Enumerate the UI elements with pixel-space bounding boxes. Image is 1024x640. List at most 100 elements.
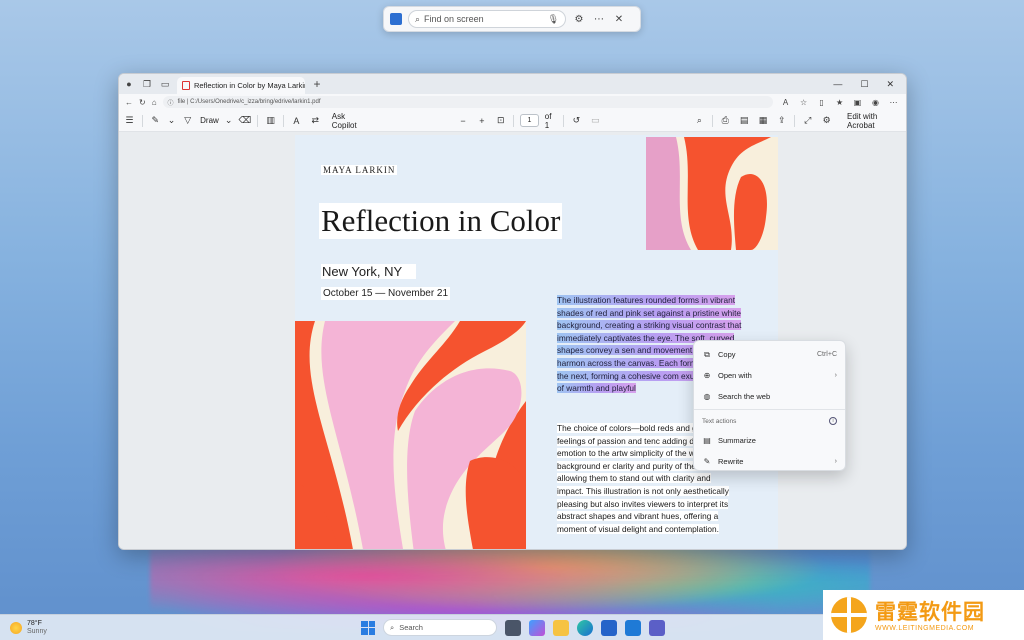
pdf-icon xyxy=(182,81,190,90)
collections-icon[interactable]: ▣ xyxy=(853,98,863,107)
menu-item-search-web[interactable]: ◍ Search the web xyxy=(694,386,845,407)
translate-icon[interactable]: ⇄ xyxy=(309,115,322,126)
more-icon[interactable]: ⋯ xyxy=(592,14,606,25)
contents-icon[interactable]: ☰ xyxy=(123,115,136,126)
page-number-input[interactable]: 1 xyxy=(520,114,539,127)
teams-icon[interactable] xyxy=(649,619,665,636)
read-aloud-icon[interactable]: A xyxy=(781,98,791,107)
file-explorer-icon[interactable] xyxy=(553,619,569,636)
taskbar-search[interactable]: ⌕ Search xyxy=(383,619,497,636)
page-view-icon[interactable]: ▭ xyxy=(589,115,602,126)
new-tab-icon[interactable]: + xyxy=(311,77,323,91)
chevron-down-icon[interactable]: ⌄ xyxy=(168,115,176,126)
browser-window: ● ❐ ▭ Reflection in Color by Maya Larkin… xyxy=(118,73,907,550)
draw-chevron-icon[interactable]: ⌄ xyxy=(225,115,233,126)
exhibition-dates: October 15 — November 21 xyxy=(321,287,451,300)
menu-item-open-with[interactable]: ⊕ Open with › xyxy=(694,365,845,386)
refresh-icon[interactable]: ↻ xyxy=(139,98,146,107)
weather-condition: Sunny xyxy=(27,628,47,635)
draw-icon[interactable]: ▽ xyxy=(181,115,194,126)
pdf-settings-icon[interactable]: ⚙ xyxy=(820,115,833,126)
profile-icon[interactable]: ● xyxy=(123,79,135,89)
search-icon: ⌕ xyxy=(415,13,421,24)
store-icon[interactable] xyxy=(601,619,617,636)
maximize-icon[interactable]: ☐ xyxy=(860,79,868,90)
copy-label: Copy xyxy=(718,350,736,359)
copilot-taskbar-icon[interactable] xyxy=(529,619,545,636)
task-view-icon[interactable] xyxy=(505,619,521,636)
ask-copilot-button[interactable]: Ask Copilot xyxy=(332,112,369,130)
close-window-icon[interactable]: ✕ xyxy=(886,79,894,90)
sun-icon xyxy=(10,622,22,634)
text-actions-label: Text actions xyxy=(702,417,737,425)
copy-icon: ⧉ xyxy=(704,349,710,359)
pdf-toolbar: ☰ ✎ ⌄ ▽ Draw ⌄ ⌫ ▥ A ⇄ Ask Copilot − + ⊡… xyxy=(119,110,906,132)
browser-more-icon[interactable]: ⋯ xyxy=(889,98,899,107)
start-icon[interactable] xyxy=(361,620,375,635)
zoom-in-icon[interactable]: + xyxy=(475,116,488,126)
rewrite-icon: ✎ xyxy=(703,457,711,466)
eraser-icon[interactable]: ⌫ xyxy=(238,115,251,126)
find-on-screen-input[interactable]: ⌕ Find on screen 🎙 xyxy=(408,10,566,28)
tab-active[interactable]: Reflection in Color by Maya Larkin ✕ xyxy=(177,77,305,94)
find-icon[interactable]: ⌕ xyxy=(693,115,706,126)
back-icon[interactable]: ← xyxy=(125,98,133,107)
site-watermark: 雷霆软件园 WWW.LEITINGMEDIA.COM xyxy=(823,590,1024,640)
workspaces-icon[interactable]: ❐ xyxy=(141,79,153,90)
share-icon[interactable]: ⇪ xyxy=(775,115,788,126)
watermark-logo-icon xyxy=(831,597,867,633)
minimize-icon[interactable]: — xyxy=(833,79,842,90)
print-icon[interactable]: ⎙ xyxy=(719,115,732,126)
menu-item-copy[interactable]: ⧉ Copy Ctrl+C xyxy=(694,344,845,365)
open-with-icon: ⊕ xyxy=(703,371,711,380)
find-on-screen-bar: ⌕ Find on screen 🎙 ⚙ ⋯ ✕ xyxy=(383,6,641,32)
illustration-top-right xyxy=(646,137,778,250)
profile-avatar-icon[interactable]: ◉ xyxy=(871,98,881,107)
highlight-icon[interactable]: ✎ xyxy=(149,115,162,126)
summarize-label: Summarize xyxy=(718,436,756,445)
rewrite-chevron-icon: › xyxy=(834,458,837,465)
tab-actions-icon[interactable]: ▭ xyxy=(159,79,171,90)
menu-item-rewrite[interactable]: ✎ Rewrite › xyxy=(694,451,845,472)
open-with-label: Open with xyxy=(718,371,752,380)
settings-icon[interactable]: ⚙ xyxy=(572,14,586,25)
url-text: file | C:/Users/Onedrive/c_izza/bring/ed… xyxy=(177,99,321,105)
save-icon[interactable]: ▤ xyxy=(738,115,751,126)
address-bar[interactable]: ⓘ file | C:/Users/Onedrive/c_izza/bring/… xyxy=(162,96,773,108)
exhibition-city: New York, NY xyxy=(321,264,417,279)
microphone-icon[interactable]: 🎙 xyxy=(548,14,559,25)
favorites-icon[interactable]: ★ xyxy=(835,98,845,107)
read-aloud-pdf-icon[interactable]: A xyxy=(290,116,303,126)
search-web-label: Search the web xyxy=(718,392,771,401)
home-icon[interactable]: ⌂ xyxy=(152,98,157,107)
watermark-url: WWW.LEITINGMEDIA.COM xyxy=(875,624,975,632)
text-box-icon[interactable]: ▥ xyxy=(264,115,277,126)
info-circle-icon[interactable]: i xyxy=(829,417,837,425)
outlook-icon[interactable] xyxy=(625,619,641,636)
fullscreen-icon[interactable]: ⤢ xyxy=(801,115,814,126)
tab-bar: ● ❐ ▭ Reflection in Color by Maya Larkin… xyxy=(119,74,906,94)
save-as-icon[interactable]: ▦ xyxy=(757,115,770,126)
taskbar-apps: ⌕ Search xyxy=(361,619,665,636)
taskbar-search-icon: ⌕ xyxy=(390,622,395,632)
context-menu: ⧉ Copy Ctrl+C ⊕ Open with › ◍ Search the… xyxy=(693,340,846,471)
weather-widget[interactable]: 78°F Sunny xyxy=(10,620,47,636)
tab-title: Reflection in Color by Maya Larkin xyxy=(194,81,305,90)
favorite-icon[interactable]: ☆ xyxy=(799,98,809,107)
info-icon: ⓘ xyxy=(167,100,174,107)
taskbar-search-label: Search xyxy=(399,623,423,632)
edge-icon[interactable] xyxy=(577,619,593,636)
close-icon[interactable]: ✕ xyxy=(612,14,626,25)
summarize-icon: ▤ xyxy=(703,436,711,445)
fit-page-icon[interactable]: ⊡ xyxy=(494,115,507,126)
address-bar-row: ← ↻ ⌂ ⓘ file | C:/Users/Onedrive/c_izza/… xyxy=(119,94,906,110)
menu-item-summarize[interactable]: ▤ Summarize xyxy=(694,430,845,451)
edit-with-acrobat-button[interactable]: Edit with Acrobat xyxy=(847,112,902,130)
page-count: of 1 xyxy=(544,111,552,130)
text-actions-header: Text actions i xyxy=(694,412,845,430)
illustration-main xyxy=(295,321,526,549)
rotate-icon[interactable]: ↺ xyxy=(570,115,583,126)
split-screen-icon[interactable]: ▯ xyxy=(817,98,827,107)
draw-button[interactable]: Draw xyxy=(200,116,219,125)
zoom-out-icon[interactable]: − xyxy=(457,116,470,126)
